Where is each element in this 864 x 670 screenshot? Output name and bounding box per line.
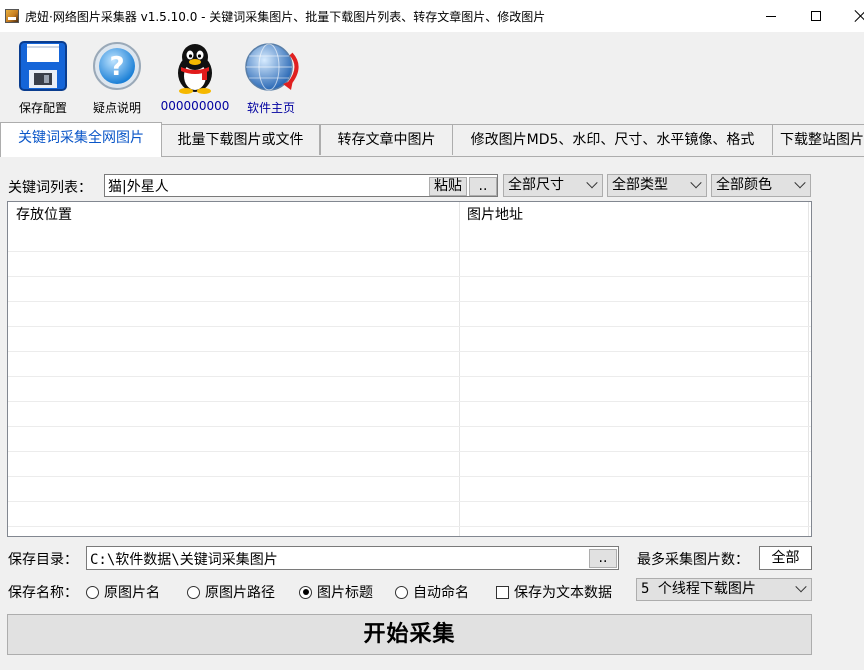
column-header-url[interactable]: 图片地址 <box>467 204 523 224</box>
question-mark-icon: ? <box>93 42 141 90</box>
radio-original-name[interactable]: 原图片名 <box>86 582 160 602</box>
save-dir-value: C:\软件数据\关键词采集图片 <box>90 552 278 568</box>
chevron-down-icon <box>794 177 806 189</box>
image-list[interactable]: 存放位置 图片地址 <box>7 201 812 537</box>
tab-download-site-images[interactable]: 下载整站图片 <box>772 124 864 155</box>
tab-modify-images[interactable]: 修改图片MD5、水印、尺寸、水平镜像、格式 <box>452 124 773 155</box>
keyword-input[interactable]: 猫|外星人 粘贴 .. <box>104 174 498 197</box>
row-gridline <box>8 351 811 352</box>
radio-button[interactable] <box>187 585 200 599</box>
homepage-label: 软件主页 <box>246 101 295 115</box>
type-filter-value: 全部类型 <box>612 177 668 193</box>
radio-label: 图片标题 <box>317 585 373 601</box>
floppy-disk-icon <box>19 41 67 91</box>
max-count-label: 最多采集图片数： <box>637 552 749 568</box>
row-gridline <box>8 451 811 452</box>
column-header-location[interactable]: 存放位置 <box>16 204 72 224</box>
tab-keyword-collect[interactable]: 关键词采集全网图片 <box>0 122 162 157</box>
row-gridline <box>8 251 811 252</box>
tab-save-article-images[interactable]: 转存文章中图片 <box>320 124 453 155</box>
color-filter-select[interactable]: 全部颜色 <box>711 174 811 197</box>
save-dir-input[interactable]: C:\软件数据\关键词采集图片 .. <box>86 546 619 570</box>
row-gridline <box>8 526 811 527</box>
radio-button[interactable] <box>395 585 408 599</box>
window-title: 虎妞·网络图片采集器 v1.5.10.0 - 关键词采集图片、批量下载图片列表、… <box>25 10 546 24</box>
app-icon <box>5 9 19 23</box>
thread-count-value: 5 个线程下载图片 <box>641 581 756 597</box>
keyword-browse-button[interactable]: .. <box>469 177 497 196</box>
row-gridline <box>8 476 811 477</box>
minimize-icon <box>766 15 776 17</box>
radio-label: 原图片路径 <box>205 585 275 601</box>
help-button[interactable]: ? 疑点说明 <box>82 38 152 118</box>
max-count-input[interactable]: 全部 <box>759 546 812 570</box>
column-divider <box>459 202 460 536</box>
row-gridline <box>8 301 811 302</box>
save-dir-label: 保存目录： <box>8 552 78 568</box>
size-filter-select[interactable]: 全部尺寸 <box>503 174 603 197</box>
qq-penguin-icon <box>178 44 212 94</box>
maximize-icon <box>811 11 821 21</box>
qq-contact-button[interactable]: 000000000 <box>160 38 230 118</box>
checkbox[interactable] <box>496 585 509 599</box>
save-dir-browse-button[interactable]: .. <box>589 549 617 568</box>
row-gridline <box>8 326 811 327</box>
list-header: 存放位置 图片地址 <box>8 202 811 226</box>
radio-auto-name[interactable]: 自动命名 <box>395 582 469 602</box>
globe-icon <box>245 43 299 91</box>
row-gridline <box>8 501 811 502</box>
radio-image-title[interactable]: 图片标题 <box>299 582 373 602</box>
radio-button-selected[interactable] <box>299 585 312 599</box>
maximize-button[interactable] <box>793 0 839 32</box>
row-gridline <box>8 401 811 402</box>
save-name-label: 保存名称： <box>8 585 78 601</box>
type-filter-select[interactable]: 全部类型 <box>607 174 707 197</box>
keyword-input-value: 猫|外星人 <box>108 179 169 195</box>
save-config-button[interactable]: 保存配置 <box>8 38 78 118</box>
row-gridline <box>8 376 811 377</box>
app-window: 虎妞·网络图片采集器 v1.5.10.0 - 关键词采集图片、批量下载图片列表、… <box>0 0 864 670</box>
chevron-down-icon <box>586 177 598 189</box>
help-label: 疑点说明 <box>92 101 141 115</box>
close-button[interactable] <box>838 0 864 32</box>
radio-original-path[interactable]: 原图片路径 <box>187 582 275 602</box>
radio-label: 原图片名 <box>104 585 160 601</box>
checkbox-label: 保存为文本数据 <box>514 585 612 601</box>
row-gridline <box>8 276 811 277</box>
thread-count-select[interactable]: 5 个线程下载图片 <box>636 578 812 601</box>
minimize-button[interactable] <box>748 0 794 32</box>
title-bar: 虎妞·网络图片采集器 v1.5.10.0 - 关键词采集图片、批量下载图片列表、… <box>0 0 864 32</box>
tab-batch-download[interactable]: 批量下载图片或文件 <box>161 124 320 155</box>
column-divider <box>808 202 809 536</box>
tab-bar: 批量下载图片或文件 转存文章中图片 修改图片MD5、水印、尺寸、水平镜像、格式 … <box>0 122 864 157</box>
row-gridline <box>8 426 811 427</box>
size-filter-value: 全部尺寸 <box>508 177 564 193</box>
color-filter-value: 全部颜色 <box>716 177 772 193</box>
start-collect-button[interactable]: 开始采集 <box>7 614 812 655</box>
keyword-list-label: 关键词列表： <box>8 180 92 196</box>
radio-label: 自动命名 <box>413 585 469 601</box>
svg-text:?: ? <box>109 52 124 82</box>
chevron-down-icon <box>690 177 702 189</box>
chevron-down-icon <box>795 581 807 593</box>
homepage-button[interactable]: 软件主页 <box>236 38 306 118</box>
paste-button[interactable]: 粘贴 <box>429 177 467 196</box>
save-as-text-checkbox[interactable]: 保存为文本数据 <box>496 582 612 602</box>
radio-button[interactable] <box>86 585 99 599</box>
close-icon <box>855 10 864 22</box>
